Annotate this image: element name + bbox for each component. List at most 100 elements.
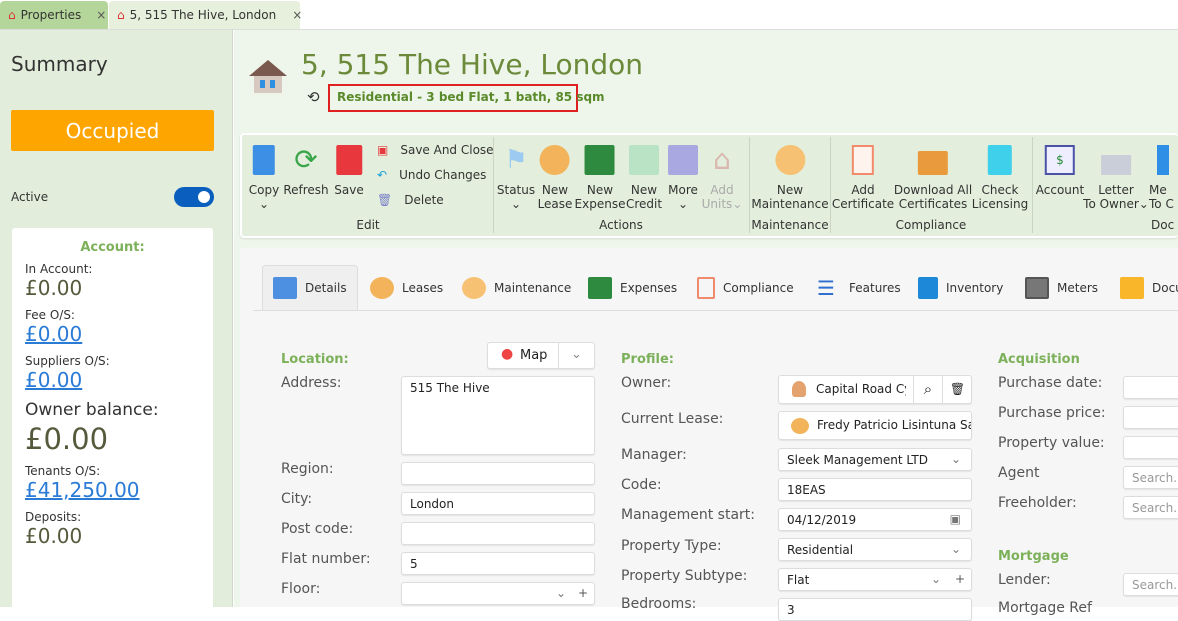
manager-select[interactable]: Sleek Management LTD ⌄ bbox=[778, 448, 972, 471]
add-units-button[interactable]: ⌂ Add Units⌄ bbox=[702, 143, 743, 212]
fee-link[interactable]: £0.00 bbox=[25, 322, 200, 346]
save-icon bbox=[336, 145, 362, 175]
refresh-button[interactable]: ⟳ Refresh bbox=[283, 145, 328, 198]
property-value-input[interactable] bbox=[1123, 436, 1178, 459]
current-lease-field[interactable]: Fredy Patricio Lisintuna Sag bbox=[778, 411, 972, 440]
purchase-date-input[interactable] bbox=[1123, 376, 1178, 399]
lender-search[interactable]: Search... bbox=[1123, 573, 1178, 596]
suppliers-link[interactable]: £0.00 bbox=[25, 368, 200, 392]
save-and-close-button[interactable]: ▣ Save And Close bbox=[377, 143, 494, 157]
check-licensing-button[interactable]: Check Licensing bbox=[972, 145, 1028, 211]
calendar-icon[interactable]: ▣ bbox=[950, 512, 961, 526]
address-input[interactable]: 515 The Hive bbox=[401, 376, 595, 455]
letter-to-owner-button[interactable]: Letter To Owner⌄ bbox=[1083, 145, 1149, 211]
account-button[interactable]: $ Account bbox=[1036, 145, 1084, 197]
tab-inventory[interactable]: Inventory bbox=[918, 265, 1003, 310]
bedrooms-input[interactable]: 3 bbox=[778, 598, 972, 621]
property-subtype-label: Property Subtype: bbox=[621, 568, 748, 584]
code-input[interactable]: 18EAS bbox=[778, 478, 972, 501]
group-label-edit: Edit bbox=[356, 218, 380, 232]
divider bbox=[749, 137, 750, 233]
code-label: Code: bbox=[621, 477, 662, 493]
copy-icon bbox=[252, 145, 275, 175]
location-heading: Location: bbox=[281, 352, 349, 367]
tab-maintenance[interactable]: Maintenance bbox=[462, 265, 571, 310]
ribbon-toolbar: Copy ⌄ ⟳ Refresh Save ▣ Save And Close ↶ Und… bbox=[240, 133, 1178, 238]
maintenance-icon bbox=[462, 276, 486, 299]
more-table-icon bbox=[668, 145, 698, 175]
house-icon: ⌂ bbox=[8, 8, 16, 22]
tab-expenses[interactable]: Expenses bbox=[588, 265, 677, 310]
trash-icon[interactable]: 🗑 bbox=[942, 376, 971, 403]
flat-number-input[interactable]: 5 bbox=[401, 552, 595, 575]
property-value-label: Property value: bbox=[998, 435, 1105, 451]
freeholder-search[interactable]: Search... bbox=[1123, 496, 1178, 519]
house-add-icon: ⌂ bbox=[713, 143, 731, 176]
new-credit-button[interactable]: New Credit bbox=[626, 145, 662, 211]
active-toggle[interactable] bbox=[174, 187, 214, 207]
money-icon bbox=[585, 145, 615, 175]
city-input[interactable]: London bbox=[401, 492, 595, 515]
add-icon[interactable]: + bbox=[955, 572, 965, 586]
page-title: 5, 515 The Hive, London bbox=[301, 48, 644, 81]
save-button[interactable]: Save bbox=[334, 145, 364, 197]
owner-label: Owner: bbox=[621, 375, 672, 391]
management-start-date[interactable]: 04/12/2019 ▣ bbox=[778, 508, 972, 531]
owner-field[interactable]: Capital Road Cyc ⌕ 🗑 bbox=[778, 375, 972, 404]
map-pin-icon: ● bbox=[501, 346, 514, 362]
tab-compliance[interactable]: Compliance bbox=[697, 265, 794, 310]
map-button[interactable]: ● Map ⌄ bbox=[487, 342, 595, 369]
copy-button[interactable]: Copy ⌄ bbox=[249, 145, 279, 211]
bedrooms-label: Bedrooms: bbox=[621, 596, 697, 612]
chevron-down-icon: ⌄ bbox=[950, 452, 961, 466]
licence-icon bbox=[987, 145, 1012, 175]
group-label-maintenance: Maintenance bbox=[751, 218, 829, 232]
new-expense-button[interactable]: New Expense bbox=[575, 145, 625, 211]
property-type-select[interactable]: Residential ⌄ bbox=[778, 538, 972, 561]
add-icon[interactable]: + bbox=[578, 586, 588, 600]
add-certificate-button[interactable]: Add Certificate bbox=[832, 145, 894, 211]
search-icon[interactable]: ⌕ bbox=[913, 376, 942, 403]
property-type-label: Property Type: bbox=[621, 538, 722, 554]
tab-property-detail[interactable]: ⌂ 5, 515 The Hive, London × bbox=[109, 1, 302, 29]
tab-label: Properties bbox=[20, 8, 82, 22]
undo-changes-button[interactable]: ↶ Undo Changes bbox=[377, 168, 486, 182]
ledger-icon: $ bbox=[1044, 145, 1075, 175]
new-maintenance-button[interactable]: New Maintenance bbox=[751, 145, 829, 211]
certificate-icon bbox=[852, 145, 874, 175]
purchase-price-input[interactable] bbox=[1123, 406, 1178, 429]
status-button[interactable]: ⚑ Status ⌄ bbox=[497, 145, 535, 211]
download-certificates-button[interactable]: Download All Certificates bbox=[894, 145, 972, 211]
more-button[interactable]: More ⌄ bbox=[668, 145, 698, 211]
tenants-link[interactable]: £41,250.00 bbox=[25, 478, 200, 502]
folder-icon bbox=[918, 151, 948, 175]
tab-leases[interactable]: Leases bbox=[370, 265, 443, 310]
tab-meters[interactable]: Meters bbox=[1025, 265, 1098, 310]
account-card: Account: In Account: £0.00 Fee O/S: £0.0… bbox=[12, 228, 213, 618]
floor-select[interactable]: ⌄ + bbox=[401, 582, 595, 605]
tab-documents[interactable]: Docu bbox=[1120, 265, 1178, 310]
close-icon[interactable]: × bbox=[96, 8, 106, 22]
save-small-icon: ▣ bbox=[377, 143, 389, 157]
region-input[interactable] bbox=[401, 462, 595, 485]
history-icon[interactable]: ⟲ bbox=[307, 88, 320, 106]
property-summary: Residential - 3 bed Flat, 1 bath, 85 sqm bbox=[328, 84, 605, 112]
message-icon bbox=[1157, 145, 1169, 175]
agent-search[interactable]: Search... bbox=[1123, 466, 1178, 489]
credit-table-icon bbox=[629, 145, 659, 175]
deposits-value: £0.00 bbox=[25, 524, 83, 548]
delete-button[interactable]: 🗑 Delete bbox=[377, 193, 444, 207]
postcode-input[interactable] bbox=[401, 522, 595, 545]
city-label: City: bbox=[281, 491, 313, 507]
tab-features[interactable]: ☰ Features bbox=[817, 265, 901, 310]
tab-details[interactable]: Details bbox=[262, 265, 358, 310]
chevron-down-icon[interactable]: ⌄ bbox=[558, 343, 594, 368]
mortgage-ref-label: Mortgage Ref bbox=[998, 600, 1092, 616]
new-lease-button[interactable]: New Lease bbox=[538, 145, 572, 211]
postcode-label: Post code: bbox=[281, 521, 354, 537]
property-subtype-select[interactable]: Flat ⌄ + bbox=[778, 568, 972, 591]
message-button[interactable]: Me To C bbox=[1149, 145, 1174, 211]
close-icon[interactable]: × bbox=[292, 8, 302, 22]
status-badge[interactable]: Occupied bbox=[11, 110, 214, 151]
tab-properties[interactable]: ⌂ Properties × bbox=[0, 1, 108, 29]
